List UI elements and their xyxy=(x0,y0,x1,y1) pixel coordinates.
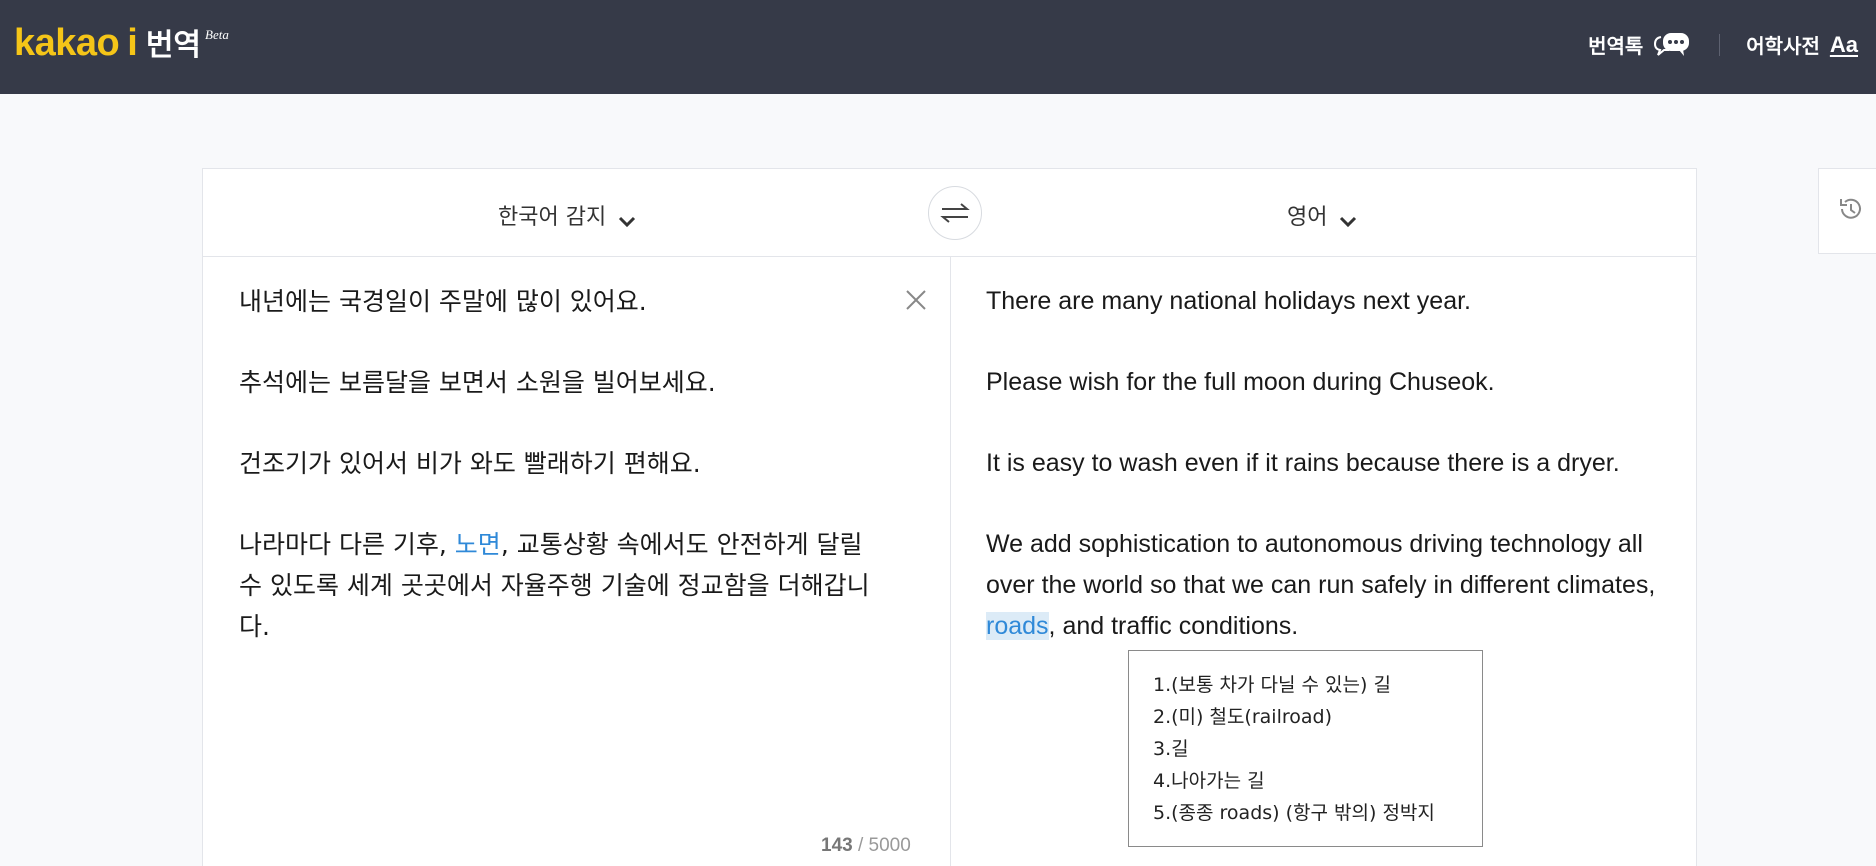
source-paragraph: 건조기가 있어서 비가 와도 빨래하기 편해요. xyxy=(239,449,701,478)
top-header: kakao i 번역 Beta 번역톡 어학사전 Aa xyxy=(0,0,1876,94)
chat-translate-label: 번역톡 xyxy=(1588,36,1644,58)
swap-languages-button[interactable] xyxy=(911,185,999,241)
translation-text-segment: , and traffic conditions. xyxy=(1048,612,1299,640)
dictionary-entry: 2.(미) 철도(railroad) xyxy=(1153,706,1332,728)
source-paragraph: 나라마다 다른 기후, 노면, 교통상황 속에서도 안전하게 달릴 수 있도록 … xyxy=(239,524,879,647)
logo-service-text: 번역 xyxy=(145,29,202,62)
source-language-label: 한국어 감지 xyxy=(498,205,607,230)
target-language-select[interactable]: 영어 xyxy=(1287,199,1357,231)
header-divider xyxy=(1719,33,1721,56)
chevron-down-icon xyxy=(1339,209,1357,228)
dictionary-entry: 5.(종종 roads) (항구 밖의) 정박지 xyxy=(1153,802,1435,824)
language-bar: 한국어 감지 영어 xyxy=(203,169,1696,257)
target-language-label: 영어 xyxy=(1287,205,1328,230)
translation-paragraph: Please wish for the full moon during Chu… xyxy=(986,368,1495,396)
dictionary-link[interactable]: 어학사전 Aa xyxy=(1746,30,1858,59)
translation-paragraph: It is easy to wash even if it rains beca… xyxy=(986,449,1620,477)
character-counter: 143 / 5000 xyxy=(821,835,911,857)
character-count-max: 5000 xyxy=(868,835,911,856)
history-clock-icon xyxy=(1837,195,1865,228)
translation-paragraph: There are many national holidays next ye… xyxy=(986,287,1471,315)
translation-paragraph: We add sophistication to autonomous driv… xyxy=(986,524,1676,647)
logo-i-text: i xyxy=(127,22,138,64)
close-icon xyxy=(906,290,926,310)
header-nav: 번역톡 어학사전 Aa xyxy=(1588,30,1858,59)
translation-text-segment: We add sophistication to autonomous driv… xyxy=(986,530,1656,599)
chat-translate-link[interactable]: 번역톡 xyxy=(1588,30,1691,59)
swap-arrows-icon xyxy=(928,186,982,240)
kakao-i-logo[interactable]: kakao i 번역 Beta xyxy=(14,20,229,65)
history-tab[interactable] xyxy=(1818,168,1876,254)
dictionary-aa-icon: Aa xyxy=(1829,31,1858,57)
source-text-segment: 나라마다 다른 기후, xyxy=(239,530,455,559)
source-text-input[interactable]: 내년에는 국경일이 주말에 많이 있어요. 추석에는 보름달을 보면서 소원을 … xyxy=(239,281,879,687)
source-paragraph: 내년에는 국경일이 주말에 많이 있어요. xyxy=(239,287,647,316)
character-count-separator: / xyxy=(852,835,869,856)
chevron-down-icon xyxy=(618,209,636,228)
source-paragraph: 추석에는 보름달을 보면서 소원을 빌어보세요. xyxy=(239,368,716,397)
dictionary-entry: 4.나아가는 길 xyxy=(1153,770,1265,792)
character-count-current: 143 xyxy=(821,835,853,856)
logo-kakao-text: kakao xyxy=(14,22,120,64)
clear-text-button[interactable] xyxy=(903,287,929,313)
dictionary-entry: 3.길 xyxy=(1153,738,1189,760)
translation-output: There are many national holidays next ye… xyxy=(986,281,1676,687)
speech-bubble-icon xyxy=(1651,31,1691,59)
dictionary-popup: 1.(보통 차가 다닐 수 있는) 길 2.(미) 철도(railroad) 3… xyxy=(1128,650,1483,847)
dictionary-entry: 1.(보통 차가 다닐 수 있는) 길 xyxy=(1153,674,1391,696)
dictionary-label: 어학사전 xyxy=(1746,36,1820,58)
source-language-select[interactable]: 한국어 감지 xyxy=(498,199,636,231)
translation-highlighted-word[interactable]: roads xyxy=(986,612,1049,640)
logo-beta-badge: Beta xyxy=(205,27,229,42)
column-divider xyxy=(950,257,951,866)
source-highlighted-word[interactable]: 노면 xyxy=(455,530,501,559)
